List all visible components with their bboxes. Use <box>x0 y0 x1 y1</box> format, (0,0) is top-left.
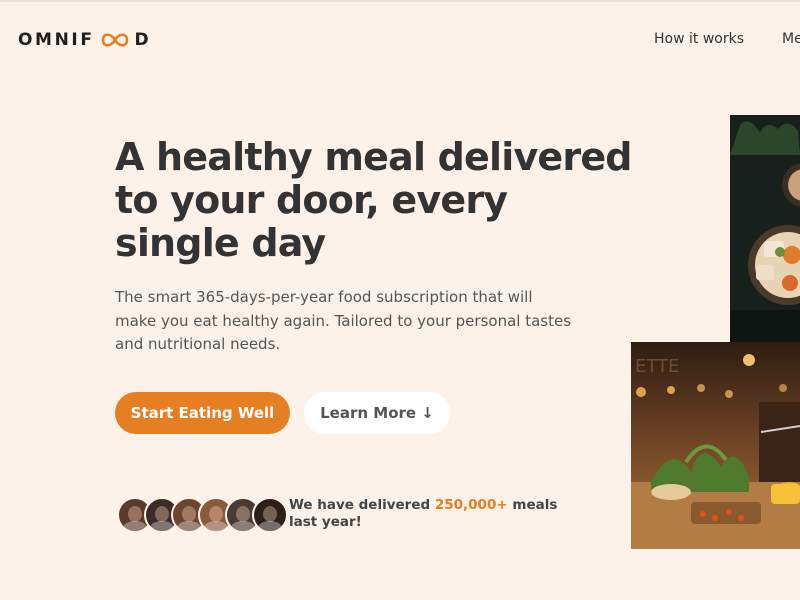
logo-text-right: D <box>134 30 152 50</box>
nav-link-how-it-works[interactable]: How it works <box>654 31 744 47</box>
nav-link-meals[interactable]: Mea <box>782 31 800 47</box>
omnifood-logo[interactable]: OMNIF D <box>18 30 151 50</box>
learn-more-button[interactable]: Learn More ↓ <box>304 392 450 434</box>
logo-text-left: OMNIF <box>18 30 95 50</box>
hero-description: The smart 365-days-per-year food subscri… <box>115 288 572 353</box>
customer-avatar-6 <box>252 497 288 533</box>
hero-title: A healthy meal delivered to your door, e… <box>115 135 633 265</box>
customer-avatars <box>117 497 288 533</box>
svg-text:ETTE: ETTE <box>635 356 679 377</box>
delivered-count: 250,000+ <box>434 497 508 513</box>
food-bowl-photo <box>730 115 800 342</box>
delivered-prefix: We have delivered <box>289 497 435 513</box>
start-eating-well-button[interactable]: Start Eating Well <box>115 392 290 434</box>
infinity-icon <box>101 33 128 47</box>
main-nav: How it works Mea <box>654 31 800 47</box>
delivered-meals-text: We have delivered 250,000+ meals last ye… <box>289 497 579 531</box>
dining-table-photo: ETTE <box>631 342 800 549</box>
top-border <box>0 0 800 2</box>
